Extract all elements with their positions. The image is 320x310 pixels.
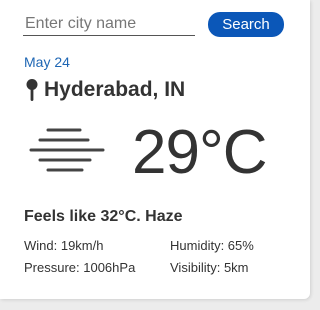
current-temperature: 29°C [132, 118, 268, 187]
visibility: Visibility: 5km [170, 260, 249, 275]
search-button[interactable]: Search [208, 12, 284, 37]
haze-icon [29, 128, 105, 172]
humidity: Humidity: 65% [170, 238, 254, 253]
feels-like-summary: Feels like 32°C. Haze [24, 208, 183, 225]
wind-speed: Wind: 19km/h [24, 238, 104, 253]
forecast-date: May 24 [24, 54, 70, 70]
location: Hyderabad, IN [24, 77, 185, 103]
location-pin-icon [26, 79, 38, 101]
pressure: Pressure: 1006hPa [24, 260, 136, 275]
search-bar: Search [23, 12, 285, 38]
city-search-input[interactable] [23, 13, 195, 36]
city-name: Hyderabad, IN [44, 78, 186, 101]
weather-card: Search May 24 Hyderabad, IN 29°C Feels l… [0, 0, 310, 299]
